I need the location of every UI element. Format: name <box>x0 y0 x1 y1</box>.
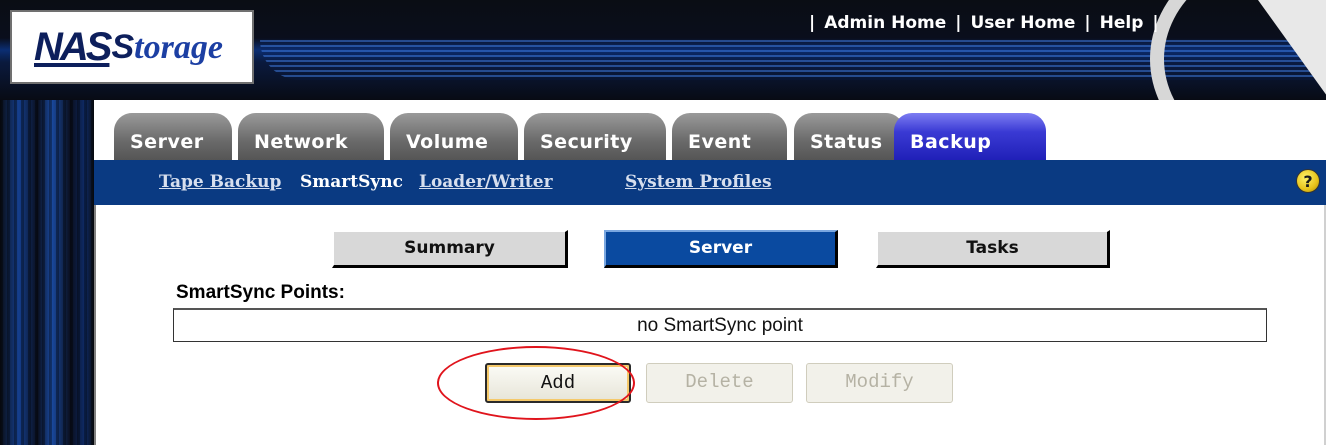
subnav-tape-backup[interactable]: Tape Backup <box>159 172 281 192</box>
tab-backup[interactable]: Backup <box>894 113 1046 160</box>
logo-nas: NAS <box>34 24 112 69</box>
tab-server[interactable]: Server <box>114 113 232 160</box>
subnav-smartsync[interactable]: SmartSync <box>300 172 403 192</box>
tab-network[interactable]: Network <box>232 113 384 160</box>
tab-event-label: Event <box>688 131 752 153</box>
delete-button[interactable]: Delete <box>646 363 793 403</box>
user-home-link[interactable]: User Home <box>970 13 1075 33</box>
tab-event[interactable]: Event <box>666 113 787 160</box>
tab-volume-label: Volume <box>406 131 489 153</box>
tab-volume[interactable]: Volume <box>384 113 518 160</box>
content-panel: Summary Server Tasks SmartSync Points: n… <box>94 205 1326 445</box>
tab-security-label: Security <box>540 131 633 153</box>
summary-button[interactable]: Summary <box>332 230 568 268</box>
smartsync-points-list[interactable]: no SmartSync point <box>173 308 1267 342</box>
main-tabs: Server Network Volume Security Event Sta… <box>94 100 1326 160</box>
admin-home-link[interactable]: Admin Home <box>824 13 946 33</box>
top-links: | Admin Home | User Home | Help | <box>809 13 1159 33</box>
header-banner: NAS Storage | Admin Home | User Home | He… <box>0 0 1326 100</box>
help-link[interactable]: Help <box>1100 13 1144 33</box>
tab-status[interactable]: Status <box>788 113 904 160</box>
nastorage-logo[interactable]: NAS Storage <box>10 10 254 84</box>
modify-button[interactable]: Modify <box>806 363 953 403</box>
smartsync-points-label: SmartSync Points: <box>176 282 345 303</box>
add-button[interactable]: Add <box>485 363 631 403</box>
subnav-system-profiles[interactable]: System Profiles <box>625 172 772 192</box>
tab-status-label: Status <box>810 131 883 153</box>
logo-s: S <box>111 27 135 66</box>
server-button[interactable]: Server <box>604 230 838 268</box>
tab-backup-label: Backup <box>910 131 992 153</box>
tab-server-label: Server <box>130 131 204 153</box>
subnav-loader-writer[interactable]: Loader/Writer <box>419 172 553 192</box>
tab-security[interactable]: Security <box>518 113 666 160</box>
logo-storage-text: torage <box>134 28 223 66</box>
left-decor-bar <box>0 100 94 445</box>
subnav-bar: Tape Backup SmartSync Loader/Writer Syst… <box>94 160 1326 205</box>
logo-storage: Storage <box>111 28 222 67</box>
tab-network-label: Network <box>254 131 348 153</box>
tasks-button[interactable]: Tasks <box>876 230 1110 268</box>
help-icon[interactable]: ? <box>1296 169 1320 193</box>
